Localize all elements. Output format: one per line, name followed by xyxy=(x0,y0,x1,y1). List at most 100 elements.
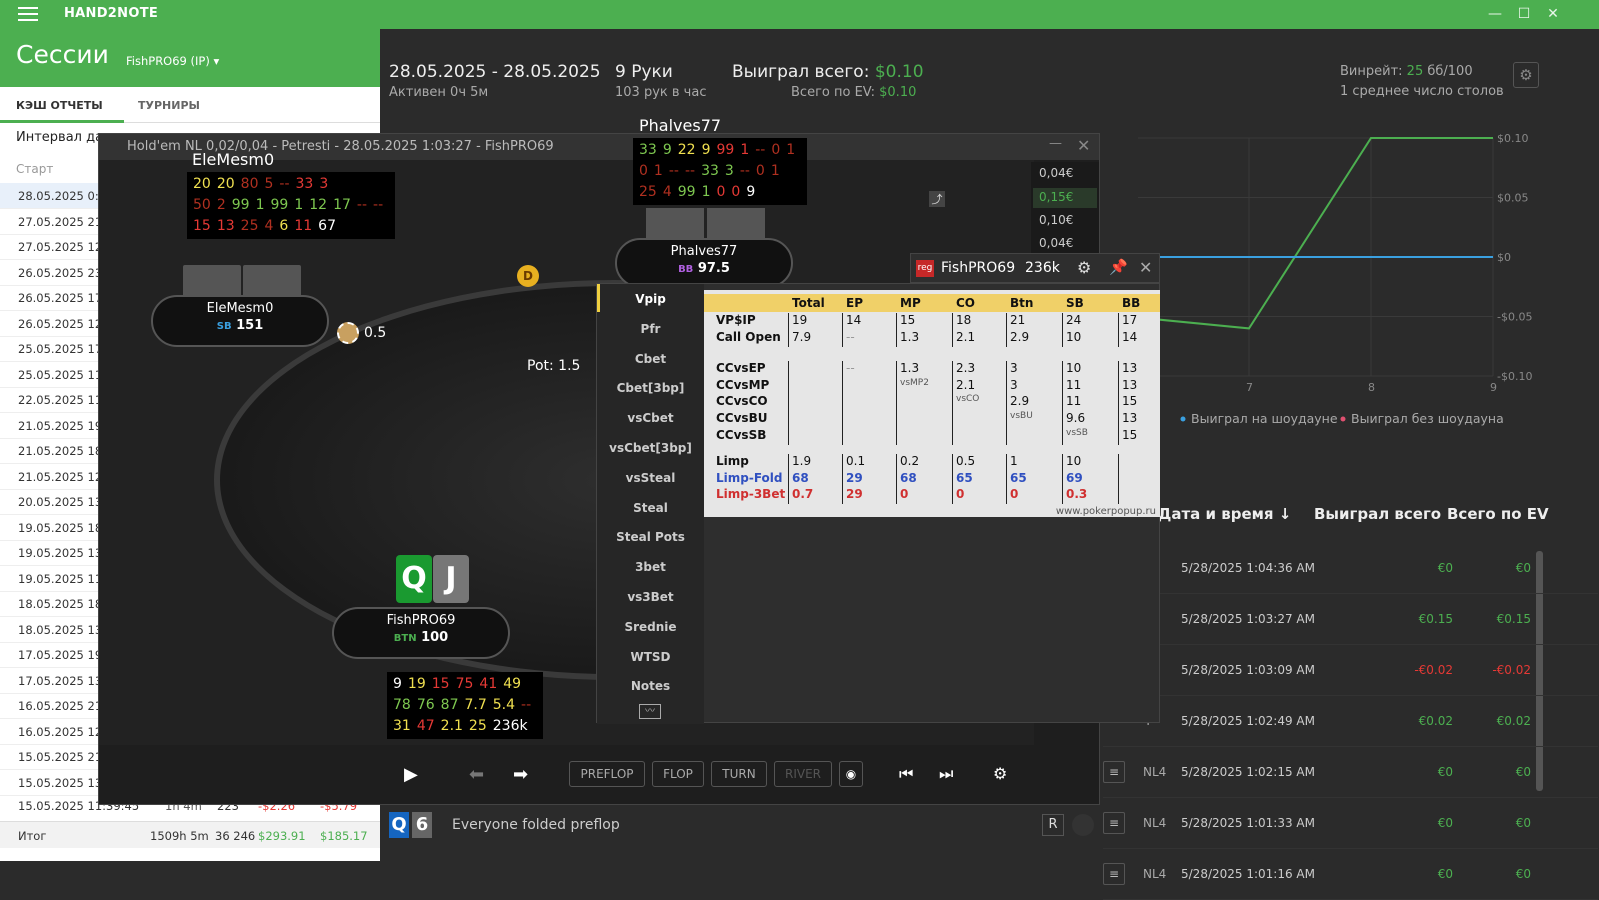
turn-button[interactable]: TURN xyxy=(711,761,767,787)
play-circle-icon[interactable] xyxy=(1072,814,1094,836)
table-row[interactable]: 45/28/2025 1:03:27 AM€0.15€0.15 xyxy=(1103,594,1598,645)
hud-fishpro69[interactable]: 9 19 15 75 41 49 78 76 87 7.7 5.4 -- 31 47 2.1 25 236k xyxy=(387,672,544,739)
session-date: 19.05.2025 13 xyxy=(18,546,103,560)
stat-row-label: Limp xyxy=(716,454,749,468)
stat-row-label: VP$IP xyxy=(716,313,756,327)
popup-menu-item[interactable]: 3bet xyxy=(597,560,704,574)
hud-stat: 47 xyxy=(416,718,435,734)
bet-size-option[interactable]: 0,10€ xyxy=(1039,213,1073,227)
hud-stat: 1 xyxy=(653,163,663,179)
hud-stat: 99 xyxy=(270,197,289,213)
skip-end-icon[interactable]: ⏭ xyxy=(939,764,953,784)
preflop-button[interactable]: PREFLOP xyxy=(569,761,645,787)
table-row[interactable]: NL4 5/28/2025 1:01:16 AM €0 €0 ≡ xyxy=(1103,849,1598,900)
hole-card: Q xyxy=(396,555,432,603)
col-datetime[interactable]: Дата и время ↓ xyxy=(1158,505,1291,523)
hud-stat: -- xyxy=(684,163,696,179)
hud-phalves77[interactable]: 33 9 22 9 99 1 -- 0 1 0 1 -- -- 33 3 -- 0 1 25 4 99 1 0 0 9 xyxy=(633,138,808,205)
stat-value: 17 xyxy=(1122,313,1138,327)
replay-button[interactable]: R xyxy=(1042,814,1064,836)
river-button[interactable]: RIVER xyxy=(774,761,832,787)
start-column-header[interactable]: Старт xyxy=(16,162,53,176)
hud-stat: 5.4 xyxy=(492,697,516,713)
hands-count: 9 Руки xyxy=(615,62,673,82)
menu-icon[interactable] xyxy=(18,7,38,22)
popup-menu-item[interactable]: vs3Bet xyxy=(597,590,704,604)
tab-tournaments[interactable]: ТУРНИРЫ xyxy=(138,99,200,112)
maximize-icon[interactable]: ☐ xyxy=(1516,6,1532,22)
hud-row: 33 9 22 9 99 1 -- 0 1 xyxy=(639,140,801,161)
swap-icon[interactable]: ⤴ xyxy=(929,191,945,207)
table-row[interactable]: NL4 5/28/2025 1:02:15 AM €0 €0 ≡ xyxy=(1103,747,1598,798)
hud-elemesm0[interactable]: 20 20 80 5 -- 33 3 50 2 99 1 99 1 12 17 -- -- 15 13 25 4 6 11 6… xyxy=(187,172,396,239)
settings-gear-icon[interactable]: ⚙ xyxy=(1077,258,1091,277)
hud-player-name: EleMesm0 xyxy=(192,150,275,169)
bet-size-option[interactable]: 0,04€ xyxy=(1039,166,1073,180)
hud-stat: -- xyxy=(521,697,532,713)
seat-phalves77[interactable]: Phalves77 BB 97.5 xyxy=(615,238,793,288)
seat-elemesm0[interactable]: EleMesm0 SB 151 xyxy=(151,295,329,347)
stat-value: 13 xyxy=(1122,411,1138,426)
player-select[interactable]: FishPRO69 (IP) ▾ xyxy=(126,54,219,68)
skip-start-icon[interactable]: ⏮ xyxy=(899,764,913,784)
column-divider xyxy=(1006,361,1007,445)
details-icon[interactable]: ≡ xyxy=(1103,761,1125,783)
popup-menu-item[interactable]: Srednie xyxy=(597,620,704,634)
minimize-icon[interactable]: — xyxy=(1487,6,1503,22)
details-icon[interactable]: ≡ xyxy=(1103,812,1125,834)
hud-stat: 5 xyxy=(264,176,274,192)
hud-row: 78 76 87 7.7 5.4 -- xyxy=(393,695,537,716)
tab-cash-reports[interactable]: КЭШ ОТЧЕТЫ xyxy=(16,99,103,112)
close-icon[interactable]: ✕ xyxy=(1545,6,1561,22)
popup-menu-item[interactable]: Cbet xyxy=(597,352,704,366)
column-divider xyxy=(788,361,789,445)
popup-menu-item[interactable]: vsCbet[3bp] xyxy=(597,441,704,455)
play-icon[interactable]: ▶ xyxy=(404,764,418,785)
popup-menu-item[interactable]: Cbet[3bp] xyxy=(597,381,704,395)
settings-gear-icon[interactable]: ⚙ xyxy=(1513,62,1539,88)
popup-menu-item[interactable]: Notes xyxy=(597,679,704,693)
settings-gear-icon[interactable]: ⚙ xyxy=(993,764,1007,783)
flop-button[interactable]: FLOP xyxy=(652,761,704,787)
bet-size-option[interactable]: 0,04€ xyxy=(1039,236,1073,250)
popup-menu-item[interactable]: vsSteal xyxy=(597,471,704,485)
graph-icon[interactable]: 〰 xyxy=(639,704,661,719)
interval-filter[interactable]: Интервал да xyxy=(16,130,103,145)
table-row[interactable]: 45/28/2025 1:03:09 AM-€0.02-€0.02 xyxy=(1103,645,1598,696)
eye-icon[interactable]: ◉ xyxy=(839,761,863,787)
pin-icon[interactable]: 📌 xyxy=(1109,258,1128,276)
total-hands: 36 246 xyxy=(215,829,256,843)
popup-menu-item[interactable]: Steal Pots xyxy=(597,530,704,544)
hud-row: 31 47 2.1 25 236k xyxy=(393,716,537,737)
seat-fishpro69[interactable]: FishPRO69 BTN 100 xyxy=(332,607,510,659)
details-icon[interactable]: ≡ xyxy=(1103,863,1125,885)
col-won[interactable]: Выиграл всего xyxy=(1314,505,1441,523)
ev-cell: €0.15 xyxy=(1496,612,1531,626)
popup-menu-item[interactable]: Pfr xyxy=(597,322,704,336)
minimize-icon[interactable]: — xyxy=(1049,136,1062,151)
popup-menu-item[interactable]: WTSD xyxy=(597,650,704,664)
close-icon[interactable]: ✕ xyxy=(1139,258,1152,277)
back-arrow-icon[interactable]: ⬅ xyxy=(469,764,484,785)
table-row[interactable]: 45/28/2025 1:04:36 AM€0€0 xyxy=(1103,543,1598,594)
legend-label: Выиграл на шоудауне xyxy=(1191,411,1338,426)
ev-total: Всего по EV: $0.10 xyxy=(791,85,917,100)
popup-menu: 〰 Vpip Pfr Cbet Cbet[3bp] vsCbet vsCbet[3bp] v… xyxy=(597,284,704,724)
stat-value: 0.3 xyxy=(1066,487,1088,502)
sessions-header: Сессии FishPRO69 (IP) ▾ xyxy=(0,29,380,87)
forward-arrow-icon[interactable]: ➡ xyxy=(513,764,528,785)
popup-menu-item[interactable]: vsCbet xyxy=(597,411,704,425)
table-row[interactable]: NL4 5/28/2025 1:01:33 AM €0 €0 ≡ xyxy=(1103,798,1598,849)
popup-menu-item[interactable]: Vpip xyxy=(597,292,704,306)
session-date: 26.05.2025 12 xyxy=(18,316,103,331)
col-ev[interactable]: Всего по EV xyxy=(1447,505,1549,523)
y-tick-label: $0 xyxy=(1497,251,1511,264)
hud-stat: 1 xyxy=(294,197,304,213)
chart-plot-area xyxy=(1138,118,1498,380)
popup-menu-item[interactable]: Steal xyxy=(597,501,704,515)
title-bar: HAND2NOTE — ☐ ✕ xyxy=(0,0,1599,29)
table-row[interactable]: 45/28/2025 1:02:49 AM€0.02€0.02 xyxy=(1103,696,1598,747)
close-icon[interactable]: ✕ xyxy=(1077,136,1090,155)
bet-size-option[interactable]: 0,15€ xyxy=(1039,190,1073,204)
session-date: 19.05.2025 11 xyxy=(18,571,103,586)
